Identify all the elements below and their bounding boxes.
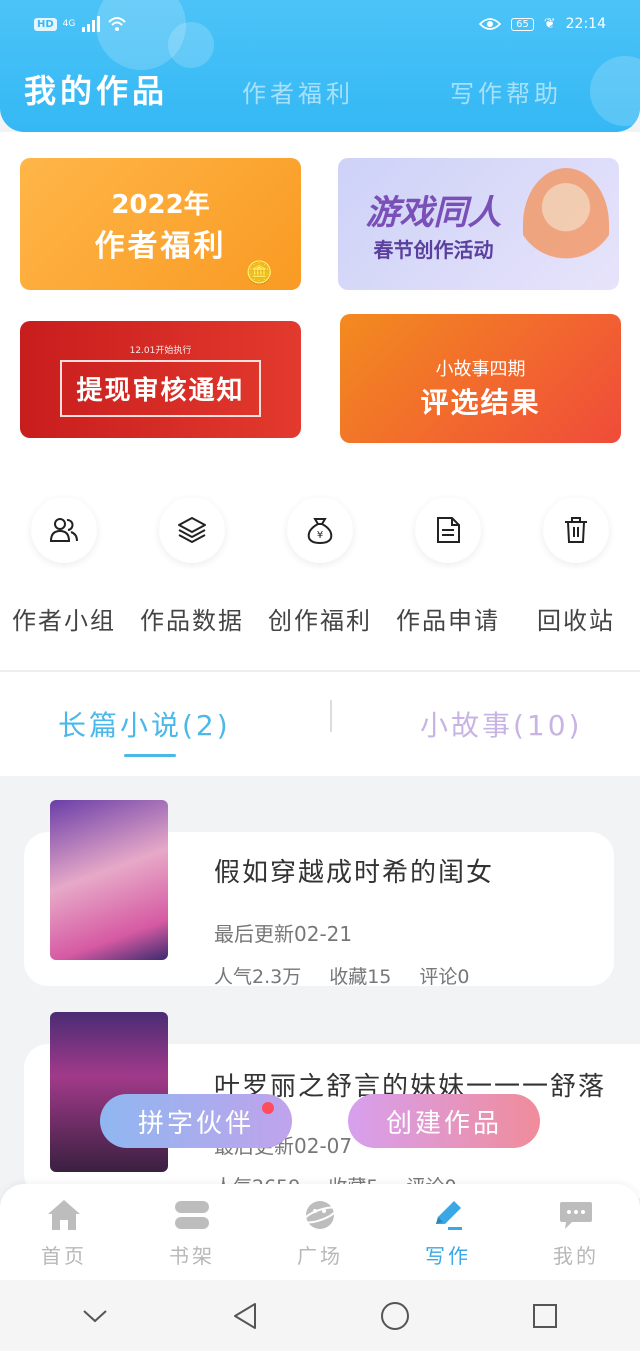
pen-icon [428, 1196, 468, 1234]
nav-write[interactable]: 写作 [384, 1184, 512, 1280]
trash-icon [543, 497, 609, 563]
banner-text: 提现审核通知 [60, 359, 261, 417]
network-type: 4G [62, 19, 76, 29]
active-tab-indicator [124, 754, 176, 757]
bottom-nav: 首页 书架 广场 写作 我的 [0, 1184, 640, 1280]
home-icon [44, 1196, 84, 1234]
nav-home[interactable]: 首页 [0, 1184, 128, 1280]
work-popularity: 人气2.3万 [214, 966, 302, 988]
nav-label: 广场 [297, 1244, 343, 1268]
shortcut-label: 回收站 [537, 607, 615, 635]
work-cover[interactable] [50, 800, 168, 960]
chat-icon [556, 1196, 596, 1234]
work-cover[interactable] [50, 1012, 168, 1172]
work-title[interactable]: 假如穿越成时希的闺女 [214, 852, 494, 889]
banner-story-results[interactable]: 小故事四期 评选结果 [340, 314, 621, 443]
nav-label: 首页 [41, 1244, 87, 1268]
clock: 22:14 [565, 16, 606, 32]
svg-text:¥: ¥ [317, 530, 323, 541]
banner-text: 作者福利 [94, 228, 227, 264]
money-bag-icon: ¥ [287, 497, 353, 563]
shortcut-grid: 作者小组 作品数据 ¥ 创作福利 作品申请 回收站 [0, 497, 640, 636]
works-segment: 长篇小说(2) 小故事(10) [0, 672, 640, 776]
eye-icon [479, 18, 502, 30]
home-circle-icon[interactable] [375, 1296, 415, 1336]
network-badge: HD [34, 17, 57, 31]
tab-long-novels[interactable]: 长篇小说(2) [58, 704, 231, 744]
nav-bookshelf[interactable]: 书架 [128, 1184, 256, 1280]
shortcut-label: 作品申请 [396, 607, 500, 635]
character-illustration [523, 168, 609, 280]
create-work-button[interactable]: 创建作品 [348, 1094, 540, 1148]
bookshelf-icon [172, 1196, 212, 1234]
banner-game-fanfic[interactable]: 游戏同人 春节创作活动 [338, 158, 619, 290]
nav-label: 书架 [169, 1244, 215, 1268]
nav-label: 我的 [553, 1244, 599, 1268]
banner-text: 12.01开始执行 [129, 345, 192, 356]
shortcut-work-data[interactable]: 作品数据 [128, 497, 256, 636]
status-bar: HD 4G 65 ❦ 22:14 [34, 10, 606, 38]
shortcut-creation-benefits[interactable]: ¥ 创作福利 [256, 497, 384, 636]
shortcut-recycle-bin[interactable]: 回收站 [512, 497, 640, 636]
document-icon [415, 497, 481, 563]
planet-icon [300, 1196, 340, 1234]
nav-label: 写作 [425, 1244, 471, 1268]
banner-text: 游戏同人 [365, 193, 502, 233]
banner-text: 评选结果 [420, 385, 541, 419]
wifi-icon [108, 17, 127, 31]
system-nav-bar [0, 1280, 640, 1351]
battery-indicator: 65 [511, 17, 534, 31]
back-icon[interactable] [225, 1296, 265, 1336]
work-updated: 最后更新02-21 [214, 922, 353, 946]
work-stats: 人气2.3万 收藏15 评论0 [214, 962, 470, 989]
users-icon [31, 497, 97, 563]
coins-icon: 🪙 [245, 261, 273, 286]
signal-icon [82, 16, 101, 32]
banner-withdraw-notice[interactable]: 12.01开始执行 提现审核通知 [20, 321, 301, 438]
tab-my-works[interactable]: 我的作品 [24, 66, 168, 112]
tab-short-stories[interactable]: 小故事(10) [420, 704, 582, 744]
banner-author-benefits[interactable]: 2022年 作者福利 🪙 [20, 158, 301, 290]
layers-icon [159, 497, 225, 563]
shortcut-label: 作品数据 [140, 607, 244, 635]
segment-separator [330, 700, 332, 732]
notification-dot [262, 1102, 274, 1114]
nav-me[interactable]: 我的 [512, 1184, 640, 1280]
header-tabs: 我的作品 作者福利 写作帮助 [24, 66, 562, 112]
tab-author-benefits[interactable]: 作者福利 [242, 74, 354, 109]
nav-plaza[interactable]: 广场 [256, 1184, 384, 1280]
work-favorites: 收藏15 [329, 966, 392, 988]
shortcut-work-application[interactable]: 作品申请 [384, 497, 512, 636]
shortcut-label: 作者小组 [12, 607, 116, 635]
leaf-icon: ❦ [543, 16, 556, 32]
chevron-down-icon[interactable] [75, 1296, 115, 1336]
shortcut-author-group[interactable]: 作者小组 [0, 497, 128, 636]
banner-text: 小故事四期 [435, 358, 526, 380]
create-work-label: 创建作品 [385, 1108, 502, 1139]
tab-writing-help[interactable]: 写作帮助 [450, 74, 562, 109]
writing-partner-label: 拼字伙伴 [137, 1108, 254, 1139]
writing-partner-button[interactable]: 拼字伙伴 [100, 1094, 292, 1148]
app-header: HD 4G 65 ❦ 22:14 我的作品 作者福利 写作帮助 [0, 0, 640, 132]
work-comments: 评论0 [419, 966, 470, 988]
banner-text: 2022年 [111, 189, 210, 220]
banner-text: 春节创作活动 [373, 238, 494, 262]
recents-icon[interactable] [525, 1296, 565, 1336]
shortcut-label: 创作福利 [268, 607, 372, 635]
